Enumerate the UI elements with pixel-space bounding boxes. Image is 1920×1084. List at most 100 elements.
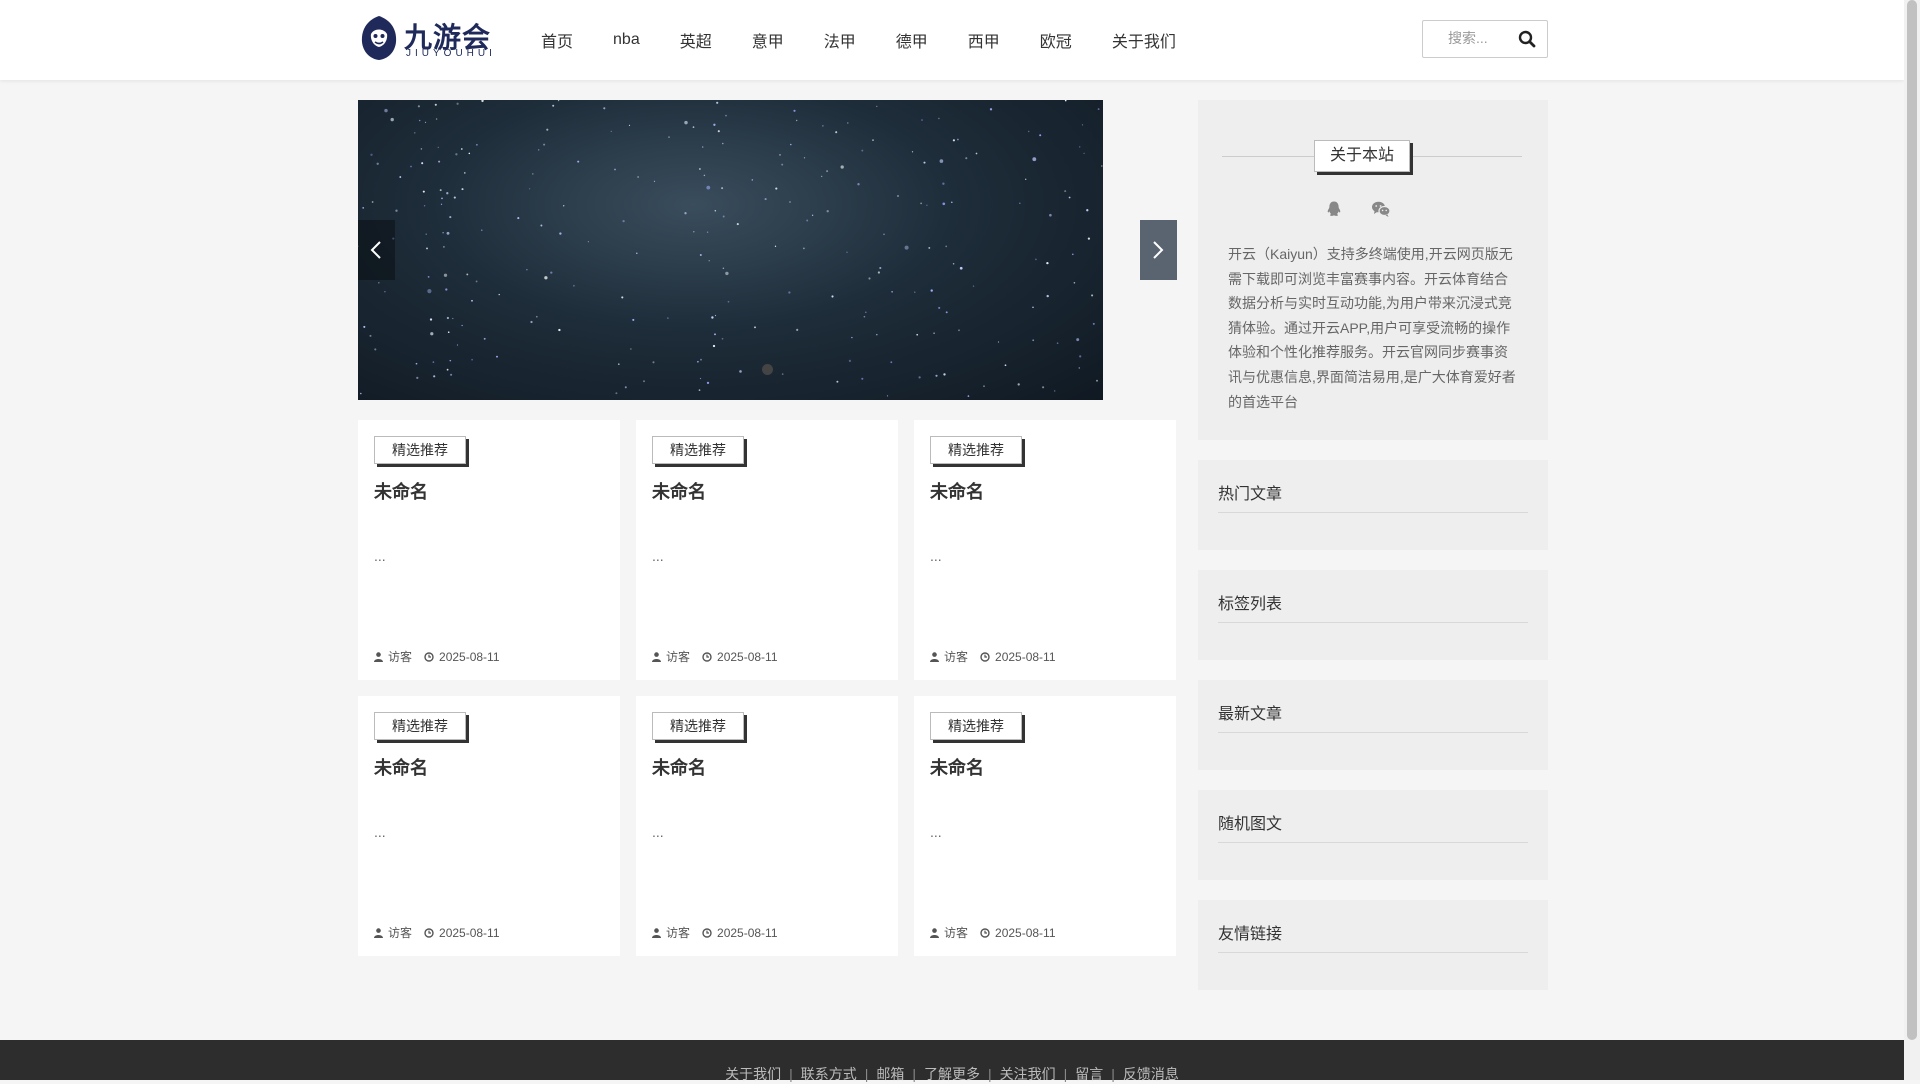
card-title[interactable]: 未命名	[652, 478, 706, 504]
card-tag[interactable]: 精选推荐	[374, 712, 466, 740]
widget-divider	[1218, 622, 1528, 623]
card-date: 2025-08-11	[717, 925, 778, 940]
widget-divider	[1218, 512, 1528, 513]
search-box	[1422, 20, 1548, 58]
widget-divider	[1218, 732, 1528, 733]
widget-title: 友情链接	[1218, 926, 1283, 943]
user-icon	[930, 651, 939, 662]
image-carousel	[358, 100, 1177, 400]
nav-item-ligue-1[interactable]: 法甲	[804, 28, 876, 52]
card-excerpt: ...	[652, 548, 664, 564]
article-card[interactable]: 精选推荐 未命名 ... 访客 2025-08-11	[914, 696, 1176, 956]
card-tag[interactable]: 精选推荐	[652, 436, 744, 464]
card-date: 2025-08-11	[995, 649, 1056, 664]
scrollbar-thumb[interactable]	[1907, 0, 1917, 1040]
random-posts-widget: 随机图文	[1198, 790, 1548, 880]
card-date: 2025-08-11	[439, 925, 500, 940]
card-title[interactable]: 未命名	[374, 478, 428, 504]
nav-item-premier-league[interactable]: 英超	[660, 28, 732, 52]
widget-title: 随机图文	[1218, 816, 1283, 833]
clock-icon	[424, 927, 434, 938]
nav-item-about-us[interactable]: 关于我们	[1092, 28, 1196, 52]
clock-icon	[980, 651, 990, 662]
main-nav: 首页 nba 英超 意甲 法甲 德甲 西甲 欧冠 关于我们	[525, 0, 1196, 80]
user-icon	[652, 651, 661, 662]
wechat-icon[interactable]	[1371, 200, 1391, 223]
user-icon	[930, 927, 939, 938]
friend-links-widget: 友情链接	[1198, 900, 1548, 990]
user-icon	[652, 927, 661, 938]
clock-icon	[702, 651, 712, 662]
site-header: 九游会 JIUYOUHUI 首页 nba 英超 意甲 法甲 德甲 西甲 欧冠 关…	[0, 0, 1904, 80]
site-footer: 关于我们 | 联系方式 | 邮箱 | 了解更多 | 关注我们 | 留言 | 反馈消息	[0, 1040, 1904, 1082]
latest-articles-widget: 最新文章	[1198, 680, 1548, 770]
nav-item-serie-a[interactable]: 意甲	[732, 28, 804, 52]
card-tag[interactable]: 精选推荐	[930, 436, 1022, 464]
nav-item-champions-league[interactable]: 欧冠	[1020, 28, 1092, 52]
clock-icon	[980, 927, 990, 938]
card-author: 访客	[944, 650, 969, 664]
nav-item-nba[interactable]: nba	[593, 31, 660, 49]
article-card[interactable]: 精选推荐 未命名 ... 访客 2025-08-11	[636, 420, 898, 680]
card-title[interactable]: 未命名	[930, 478, 984, 504]
nav-item-la-liga[interactable]: 西甲	[948, 28, 1020, 52]
logo-emblem-icon	[361, 16, 397, 60]
card-tag[interactable]: 精选推荐	[930, 712, 1022, 740]
article-card[interactable]: 精选推荐 未命名 ... 访客 2025-08-11	[358, 420, 620, 680]
card-date: 2025-08-11	[439, 649, 500, 664]
card-author: 访客	[944, 926, 969, 940]
search-icon[interactable]	[1517, 29, 1537, 49]
user-icon	[374, 651, 383, 662]
card-tag[interactable]: 精选推荐	[374, 436, 466, 464]
about-title: 关于本站	[1314, 140, 1410, 172]
page-scrollbar[interactable]	[1904, 0, 1920, 1080]
widget-title: 热门文章	[1218, 486, 1283, 503]
card-meta: 访客 2025-08-11	[652, 648, 778, 665]
card-title[interactable]: 未命名	[930, 754, 984, 780]
site-logo[interactable]: 九游会 JIUYOUHUI	[358, 14, 494, 64]
article-card[interactable]: 精选推荐 未命名 ... 访客 2025-08-11	[636, 696, 898, 956]
card-meta: 访客 2025-08-11	[930, 924, 1056, 941]
footer-links: 关于我们 | 联系方式 | 邮箱 | 了解更多 | 关注我们 | 留言 | 反馈消息	[0, 1064, 1904, 1084]
carousel-prev-button[interactable]	[358, 220, 395, 280]
card-date: 2025-08-11	[717, 649, 778, 664]
card-meta: 访客 2025-08-11	[652, 924, 778, 941]
card-excerpt: ...	[930, 548, 942, 564]
carousel-dot[interactable]	[762, 364, 773, 375]
social-icons	[1325, 200, 1419, 223]
card-excerpt: ...	[374, 548, 386, 564]
card-tag[interactable]: 精选推荐	[652, 712, 744, 740]
search-input[interactable]	[1424, 22, 1510, 54]
hot-articles-widget: 热门文章	[1198, 460, 1548, 550]
card-meta: 访客 2025-08-11	[930, 648, 1056, 665]
card-date: 2025-08-11	[995, 925, 1056, 940]
card-author: 访客	[666, 650, 691, 664]
widget-divider	[1218, 842, 1528, 843]
starfield-image	[358, 100, 1103, 397]
nav-item-bundesliga[interactable]: 德甲	[876, 28, 948, 52]
article-card[interactable]: 精选推荐 未命名 ... 访客 2025-08-11	[914, 420, 1176, 680]
carousel-next-button[interactable]	[1140, 220, 1177, 280]
about-description: 开云（Kaiyun）支持多终端使用,开云网页版无需下载即可浏览丰富赛事内容。开云…	[1228, 246, 1516, 410]
card-excerpt: ...	[930, 824, 942, 840]
card-title[interactable]: 未命名	[374, 754, 428, 780]
carousel-slide-image[interactable]	[358, 100, 1103, 400]
nav-item-home[interactable]: 首页	[525, 28, 593, 52]
tag-list-widget: 标签列表	[1198, 570, 1548, 660]
qq-icon[interactable]	[1325, 200, 1343, 223]
widget-divider	[1218, 952, 1528, 953]
clock-icon	[424, 651, 434, 662]
card-author: 访客	[388, 650, 413, 664]
widget-title: 标签列表	[1218, 596, 1283, 613]
card-author: 访客	[388, 926, 413, 940]
logo-subtext: JIUYOUHUI	[406, 48, 496, 59]
clock-icon	[702, 927, 712, 938]
card-meta: 访客 2025-08-11	[374, 648, 500, 665]
chevron-left-icon	[370, 241, 381, 259]
chevron-right-icon	[1153, 241, 1164, 259]
article-card[interactable]: 精选推荐 未命名 ... 访客 2025-08-11	[358, 696, 620, 956]
card-excerpt: ...	[374, 824, 386, 840]
card-title[interactable]: 未命名	[652, 754, 706, 780]
card-author: 访客	[666, 926, 691, 940]
about-site-widget: 关于本站 开云（Kaiyun）支持多终端使用,开云网页版无需下载即可浏览丰富赛事…	[1198, 100, 1548, 440]
